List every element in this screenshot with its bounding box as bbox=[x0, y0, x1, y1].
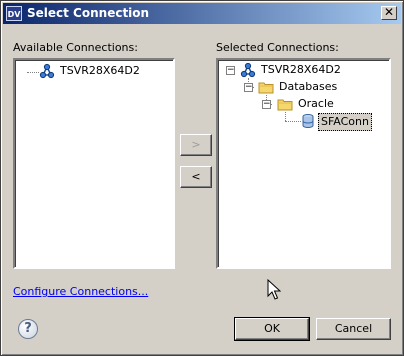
tree-node-label: TSVR28X64D2 bbox=[261, 63, 341, 76]
selected-connections-label: Selected Connections: bbox=[216, 41, 339, 54]
available-item-label: TSVR28X64D2 bbox=[60, 64, 140, 77]
available-connections-label: Available Connections: bbox=[13, 41, 138, 54]
tree-connector bbox=[285, 121, 301, 122]
configure-connections-link[interactable]: Configure Connections... bbox=[13, 285, 148, 298]
cancel-button[interactable]: Cancel bbox=[316, 318, 391, 340]
dialog-title: Select Connection bbox=[27, 6, 150, 20]
tree-node-oracle[interactable]: Oracle bbox=[277, 96, 377, 112]
collapse-toggle-databases[interactable]: − bbox=[244, 83, 253, 92]
title-bar[interactable]: DV Select Connection ✕ bbox=[3, 3, 401, 24]
server-network-icon bbox=[240, 62, 256, 83]
database-icon bbox=[300, 113, 316, 134]
app-icon: DV bbox=[6, 6, 22, 21]
collapse-toggle-server[interactable]: − bbox=[226, 66, 235, 75]
tree-node-server[interactable]: TSVR28X64D2 bbox=[240, 62, 380, 78]
mouse-cursor-icon bbox=[267, 278, 282, 304]
folder-icon bbox=[258, 79, 274, 100]
add-connection-button[interactable]: > bbox=[180, 134, 212, 156]
close-button[interactable]: ✕ bbox=[381, 6, 397, 20]
select-connection-dialog: DV Select Connection ✕ Available Connect… bbox=[0, 0, 404, 356]
tree-node-label: Oracle bbox=[298, 97, 334, 110]
server-network-icon bbox=[39, 63, 55, 84]
selected-connections-tree[interactable]: − TSVR28X64D2 − Databases − Oracle SFACo… bbox=[216, 58, 391, 269]
tree-node-label: Databases bbox=[279, 80, 338, 93]
collapse-toggle-oracle[interactable]: − bbox=[262, 100, 271, 109]
help-icon[interactable]: ? bbox=[18, 319, 38, 339]
ok-button[interactable]: OK bbox=[234, 317, 310, 341]
tree-node-label: SFAConn bbox=[318, 113, 372, 131]
folder-icon bbox=[277, 96, 293, 117]
remove-connection-button[interactable]: < bbox=[180, 166, 212, 188]
available-connections-list[interactable]: TSVR28X64D2 bbox=[13, 58, 175, 269]
tree-connector bbox=[27, 72, 39, 73]
available-item-tsvr28x64d2[interactable]: TSVR28X64D2 bbox=[39, 63, 169, 79]
tree-node-sfaconn[interactable]: SFAConn bbox=[300, 113, 380, 131]
tree-node-databases[interactable]: Databases bbox=[258, 79, 378, 95]
